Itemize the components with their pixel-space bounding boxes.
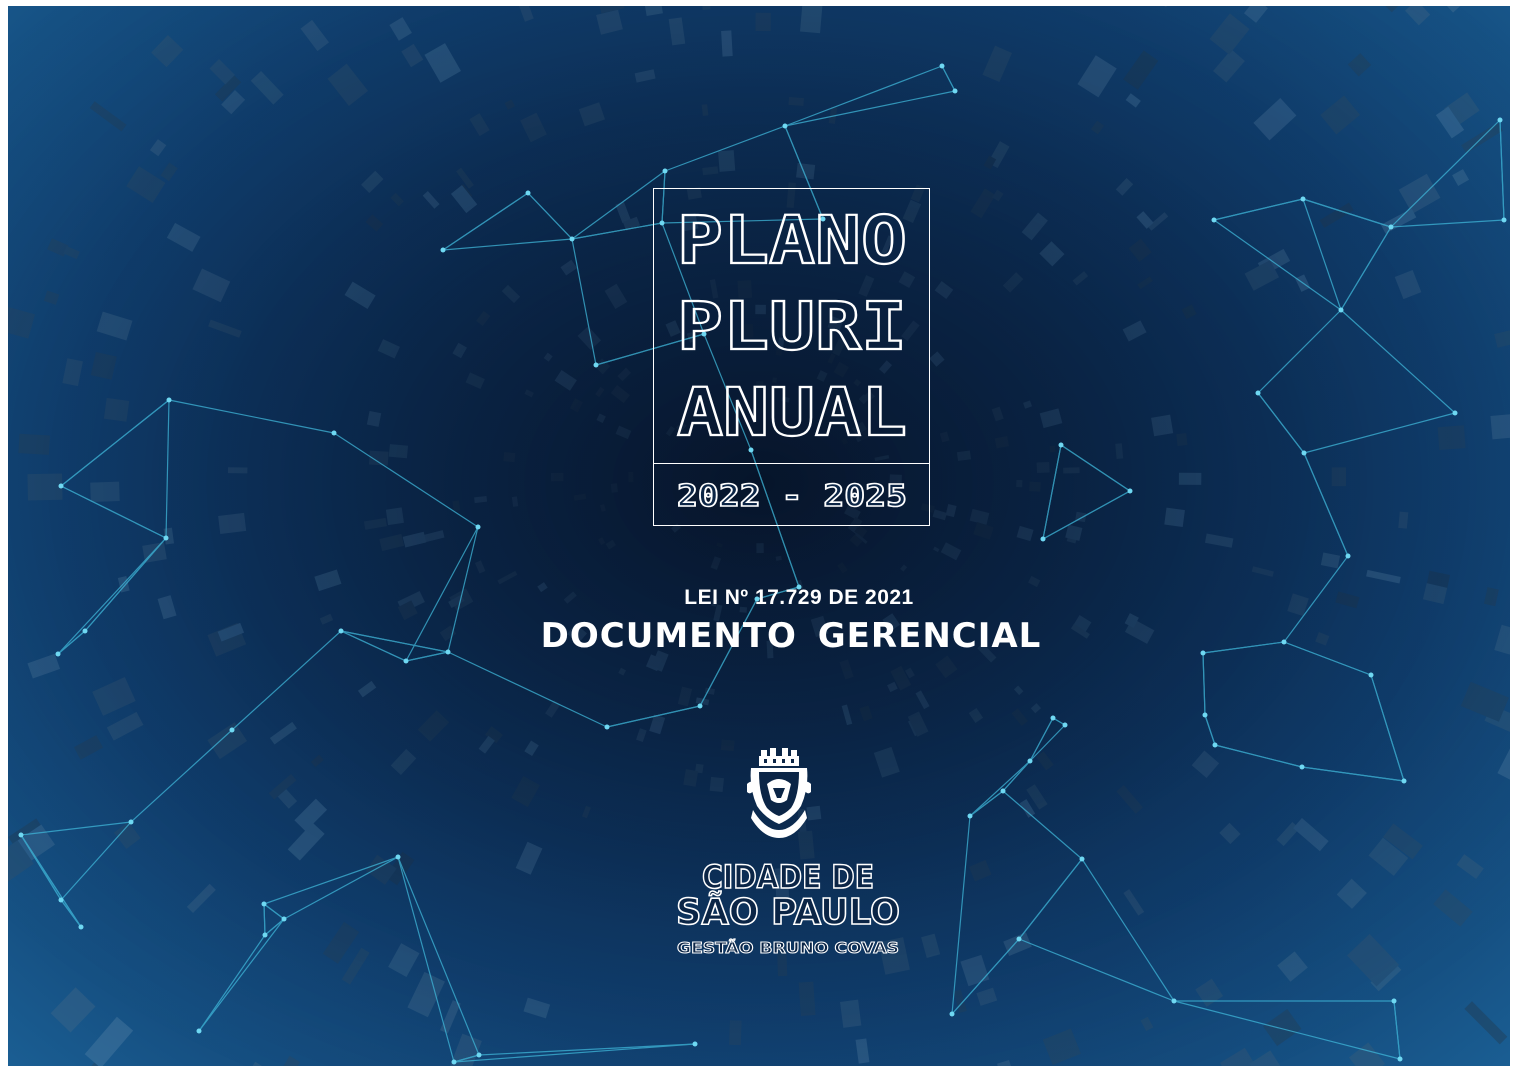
plan-title-outline: PLANO PLURI ANUAL 2022 - 2025 [676, 201, 908, 515]
network-node [261, 901, 267, 907]
network-node [451, 1059, 457, 1065]
title-line-2: PLURI [677, 288, 907, 365]
network-node [1338, 307, 1344, 313]
network-node [1391, 998, 1397, 1004]
network-node [1016, 936, 1022, 942]
title-box: PLANO PLURI ANUAL 2022 - 2025 [653, 188, 930, 526]
network-node [525, 190, 531, 196]
network-node [403, 658, 409, 664]
network-node [1452, 410, 1458, 416]
network-node [196, 1028, 202, 1034]
network-node [1062, 722, 1068, 728]
network-node [949, 1011, 955, 1017]
network-node [967, 813, 973, 819]
network-node [1212, 742, 1218, 748]
network-node [1345, 553, 1351, 559]
network-node [1300, 196, 1306, 202]
title-line-3: ANUAL [677, 374, 907, 451]
document-cover: PLANO PLURI ANUAL 2022 - 2025 LEI Nº 17.… [8, 6, 1510, 1066]
network-node [1027, 758, 1033, 764]
title-line-1: PLANO [677, 202, 907, 279]
network-node [1388, 224, 1394, 230]
network-node [262, 932, 268, 938]
network-node [1301, 450, 1307, 456]
administration-name: GESTÃO BRUNO COVAS [677, 938, 899, 957]
network-node [593, 362, 599, 368]
network-node [440, 247, 446, 253]
network-node [1255, 390, 1261, 396]
network-node [331, 430, 337, 436]
network-node [1058, 442, 1064, 448]
network-node [1171, 998, 1177, 1004]
city-logo-wordmark: CIDADE DE SÃO PAULO GESTÃO BRUNO COVAS [675, 857, 901, 957]
city-coat-of-arms-icon [747, 748, 811, 838]
network-node [569, 236, 575, 242]
network-node [1050, 715, 1056, 721]
title-divider [654, 463, 929, 464]
network-node [128, 819, 134, 825]
network-node [18, 832, 24, 838]
network-node [1397, 1056, 1403, 1062]
network-node [1000, 788, 1006, 794]
network-node [163, 535, 169, 541]
network-node [697, 703, 703, 709]
network-node [476, 1052, 482, 1058]
document-type: DOCUMENTO GERENCIAL [540, 616, 1042, 656]
network-node [952, 88, 958, 94]
network-node [78, 924, 84, 930]
network-node [281, 916, 287, 922]
network-node [229, 727, 235, 733]
network-node [604, 724, 610, 730]
network-node [662, 168, 668, 174]
city-name-line-1: CIDADE DE [702, 858, 874, 896]
network-node [1299, 764, 1305, 770]
network-node [1501, 217, 1507, 223]
network-node [1079, 856, 1085, 862]
network-node [1202, 712, 1208, 718]
network-node [166, 397, 172, 403]
network-node [1497, 117, 1503, 123]
network-node [782, 123, 788, 129]
network-node [939, 63, 945, 69]
network-node [692, 1041, 698, 1047]
network-node [58, 897, 64, 903]
network-node [1401, 778, 1407, 784]
law-reference: LEI Nº 17.729 DE 2021 [684, 586, 914, 609]
network-node [1040, 536, 1046, 542]
network-node [1127, 488, 1133, 494]
city-name-line-2: SÃO PAULO [676, 891, 900, 933]
plan-years: 2022 - 2025 [677, 479, 907, 514]
network-node [58, 483, 64, 489]
network-node [1368, 672, 1374, 678]
network-node [1211, 217, 1217, 223]
network-node [475, 524, 481, 530]
network-node [395, 854, 401, 860]
